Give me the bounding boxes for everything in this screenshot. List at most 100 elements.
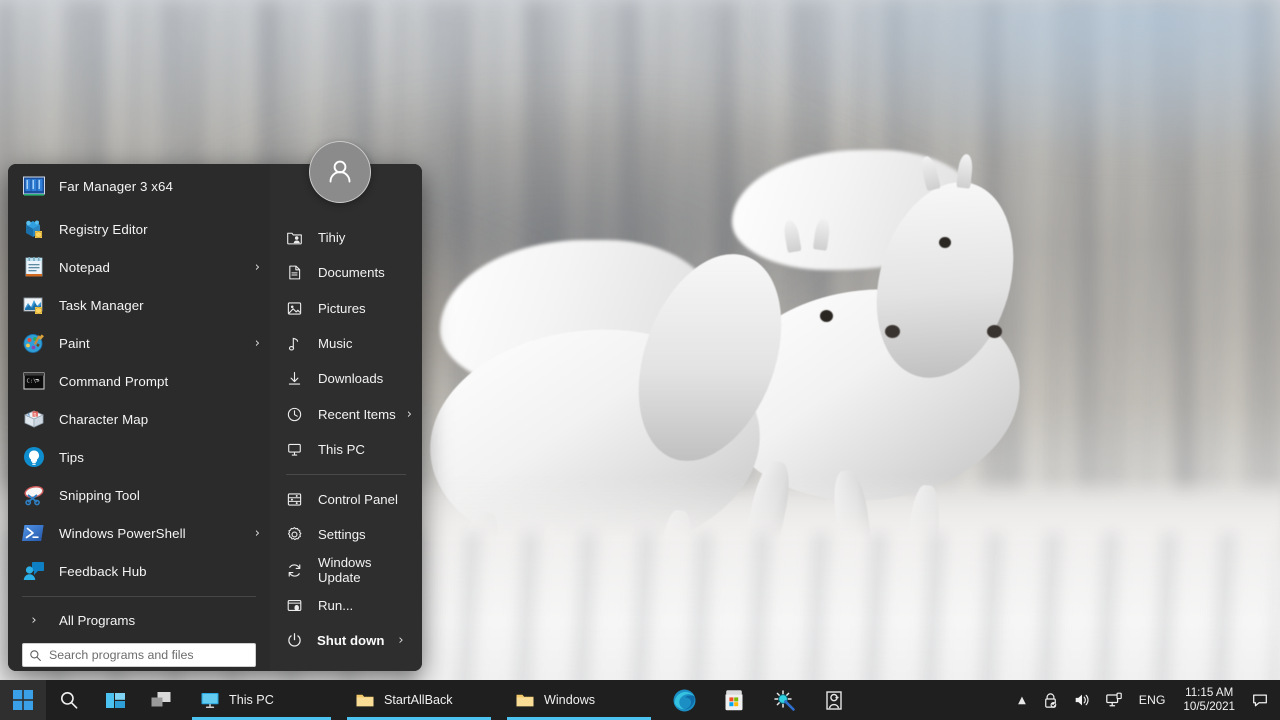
clock-icon <box>284 404 304 424</box>
taskbar-pinned-edge[interactable] <box>659 680 709 720</box>
start-menu-place-label: This PC <box>318 441 365 457</box>
start-menu-item-notepad[interactable]: Notepad › <box>8 248 270 286</box>
start-menu-item-far-manager[interactable]: Far Manager 3 x64 <box>8 174 270 198</box>
process-hacker-icon <box>774 690 795 711</box>
start-menu-place-label: Music <box>318 335 353 351</box>
start-menu-item-label: Windows Update <box>318 555 372 586</box>
tips-icon <box>22 445 46 469</box>
widgets-button[interactable] <box>138 680 184 720</box>
system-tray[interactable]: ▲ ENG 11:15 AM 10/5/2021 <box>1009 680 1280 720</box>
control-panel-icon <box>284 490 304 510</box>
start-menu-item-label: Settings <box>318 527 366 543</box>
start-menu-item-label: Run... <box>318 597 354 613</box>
user-avatar-icon <box>329 160 351 183</box>
taskbar-window-label: This PC <box>229 693 274 707</box>
search-box[interactable] <box>22 643 256 667</box>
start-menu-right-pane: Tihiy Documents Pictures Music Downloads… <box>270 164 422 671</box>
chevron-right-icon: › <box>406 406 412 422</box>
registry-editor-icon <box>22 217 46 241</box>
start-menu-place-label: Downloads <box>318 371 384 387</box>
start-menu-item-task-manager[interactable]: Task Manager <box>8 286 270 324</box>
this-pc-icon <box>201 693 219 708</box>
start-menu-app-list: Registry Editor Notepad › Task Manager P… <box>8 210 270 590</box>
start-menu-bottom-right: Shut down › <box>270 623 422 671</box>
start-menu-place-pictures[interactable]: Pictures <box>270 291 422 326</box>
start-menu[interactable]: Far Manager 3 x64 Registry Editor Notepa… <box>8 164 422 671</box>
start-menu-item-label: Far Manager 3 x64 <box>59 178 174 194</box>
start-menu-item-tips[interactable]: Tips <box>8 438 270 476</box>
clock-date: 10/5/2021 <box>1183 700 1235 713</box>
start-menu-item-label: Windows PowerShell <box>59 525 186 541</box>
task-view-button[interactable] <box>92 680 138 720</box>
power-icon <box>284 630 304 650</box>
start-menu-item-windows-powershell[interactable]: Windows PowerShell › <box>8 514 270 552</box>
start-menu-place-tihiy[interactable]: Tihiy <box>270 220 422 255</box>
shutdown-button[interactable]: Shut down › <box>270 623 422 657</box>
network-icon[interactable] <box>1098 680 1130 720</box>
notifications-button[interactable] <box>1244 680 1276 720</box>
search-icon <box>60 691 78 709</box>
start-menu-item-settings[interactable]: Settings <box>270 517 422 552</box>
windows-logo-icon <box>13 690 33 710</box>
start-menu-item-run[interactable]: Run... <box>270 588 422 623</box>
taskbar-window-this-pc[interactable]: This PC <box>184 680 339 720</box>
taskbar-window-label: Windows <box>544 693 596 707</box>
start-menu-place-label: Pictures <box>318 300 366 316</box>
taskbar-window-label: StartAllBack <box>384 693 453 707</box>
user-folder-icon <box>284 228 304 248</box>
start-menu-item-snipping-tool[interactable]: Snipping Tool <box>8 476 270 514</box>
chevron-up-icon[interactable]: ▲ <box>1009 695 1035 706</box>
search-icon <box>29 649 42 662</box>
chevron-right-icon: › <box>31 612 37 628</box>
start-menu-item-registry-editor[interactable]: Registry Editor <box>8 210 270 248</box>
snipping-tool-icon <box>22 483 46 507</box>
picture-icon <box>284 298 304 318</box>
chevron-right-icon: › <box>254 525 260 541</box>
paint-icon <box>22 331 46 355</box>
start-menu-item-label: Control Panel <box>318 492 398 508</box>
user-avatar[interactable] <box>309 141 371 203</box>
chevron-right-icon: › <box>254 335 260 351</box>
character-map-icon: λ η <box>22 407 46 431</box>
start-menu-item-windows-update[interactable]: Windows Update <box>270 552 422 587</box>
start-menu-item-label: Feedback Hub <box>59 563 147 579</box>
start-button[interactable] <box>0 680 46 720</box>
security-icon[interactable] <box>1035 680 1066 720</box>
start-menu-item-control-panel[interactable]: Control Panel <box>270 482 422 517</box>
start-menu-place-music[interactable]: Music <box>270 326 422 361</box>
taskbar[interactable]: This PC StartAllBack Windows ▲ ENG 11:15… <box>0 680 1280 720</box>
start-menu-place-this-pc[interactable]: This PC <box>270 432 422 467</box>
start-menu-separator-bottom <box>22 596 256 597</box>
clock[interactable]: 11:15 AM 10/5/2021 <box>1174 680 1244 720</box>
start-menu-place-recent-items[interactable]: Recent Items › <box>270 396 422 431</box>
taskbar-window-startallback[interactable]: StartAllBack <box>339 680 499 720</box>
store-icon <box>725 690 743 711</box>
shutdown-label: Shut down <box>317 632 385 648</box>
start-menu-item-paint[interactable]: Paint › <box>8 324 270 362</box>
task-view-icon <box>105 692 125 708</box>
input-language-indicator[interactable]: ENG <box>1130 693 1175 707</box>
taskbar-pinned-process-hacker[interactable] <box>759 680 809 720</box>
start-menu-place-label: Documents <box>318 265 385 281</box>
start-menu-item-command-prompt[interactable]: C:\> Command Prompt <box>8 362 270 400</box>
search-input[interactable] <box>49 648 249 662</box>
start-menu-left-pane: Far Manager 3 x64 Registry Editor Notepa… <box>8 164 270 671</box>
taskbar-pinned-sysinternals[interactable] <box>809 680 859 720</box>
taskbar-pinned-store[interactable] <box>709 680 759 720</box>
clock-time: 11:15 AM <box>1185 685 1234 699</box>
start-menu-item-character-map[interactable]: λ η Character Map <box>8 400 270 438</box>
edge-icon <box>673 689 695 711</box>
chevron-right-icon: › <box>398 632 404 648</box>
taskbar-window-windows[interactable]: Windows <box>499 680 659 720</box>
start-menu-item-feedback-hub[interactable]: Feedback Hub <box>8 552 270 590</box>
taskbar-search-button[interactable] <box>46 680 92 720</box>
gear-icon <box>284 525 304 545</box>
all-programs-button[interactable]: › All Programs <box>8 603 270 637</box>
folder-icon <box>516 694 534 707</box>
start-menu-item-label: Paint <box>59 335 90 351</box>
start-menu-bottom-left: › All Programs <box>8 590 270 671</box>
start-menu-place-label: Tihiy <box>318 230 346 246</box>
start-menu-place-downloads[interactable]: Downloads <box>270 361 422 396</box>
start-menu-place-documents[interactable]: Documents <box>270 255 422 290</box>
volume-icon[interactable] <box>1066 680 1098 720</box>
